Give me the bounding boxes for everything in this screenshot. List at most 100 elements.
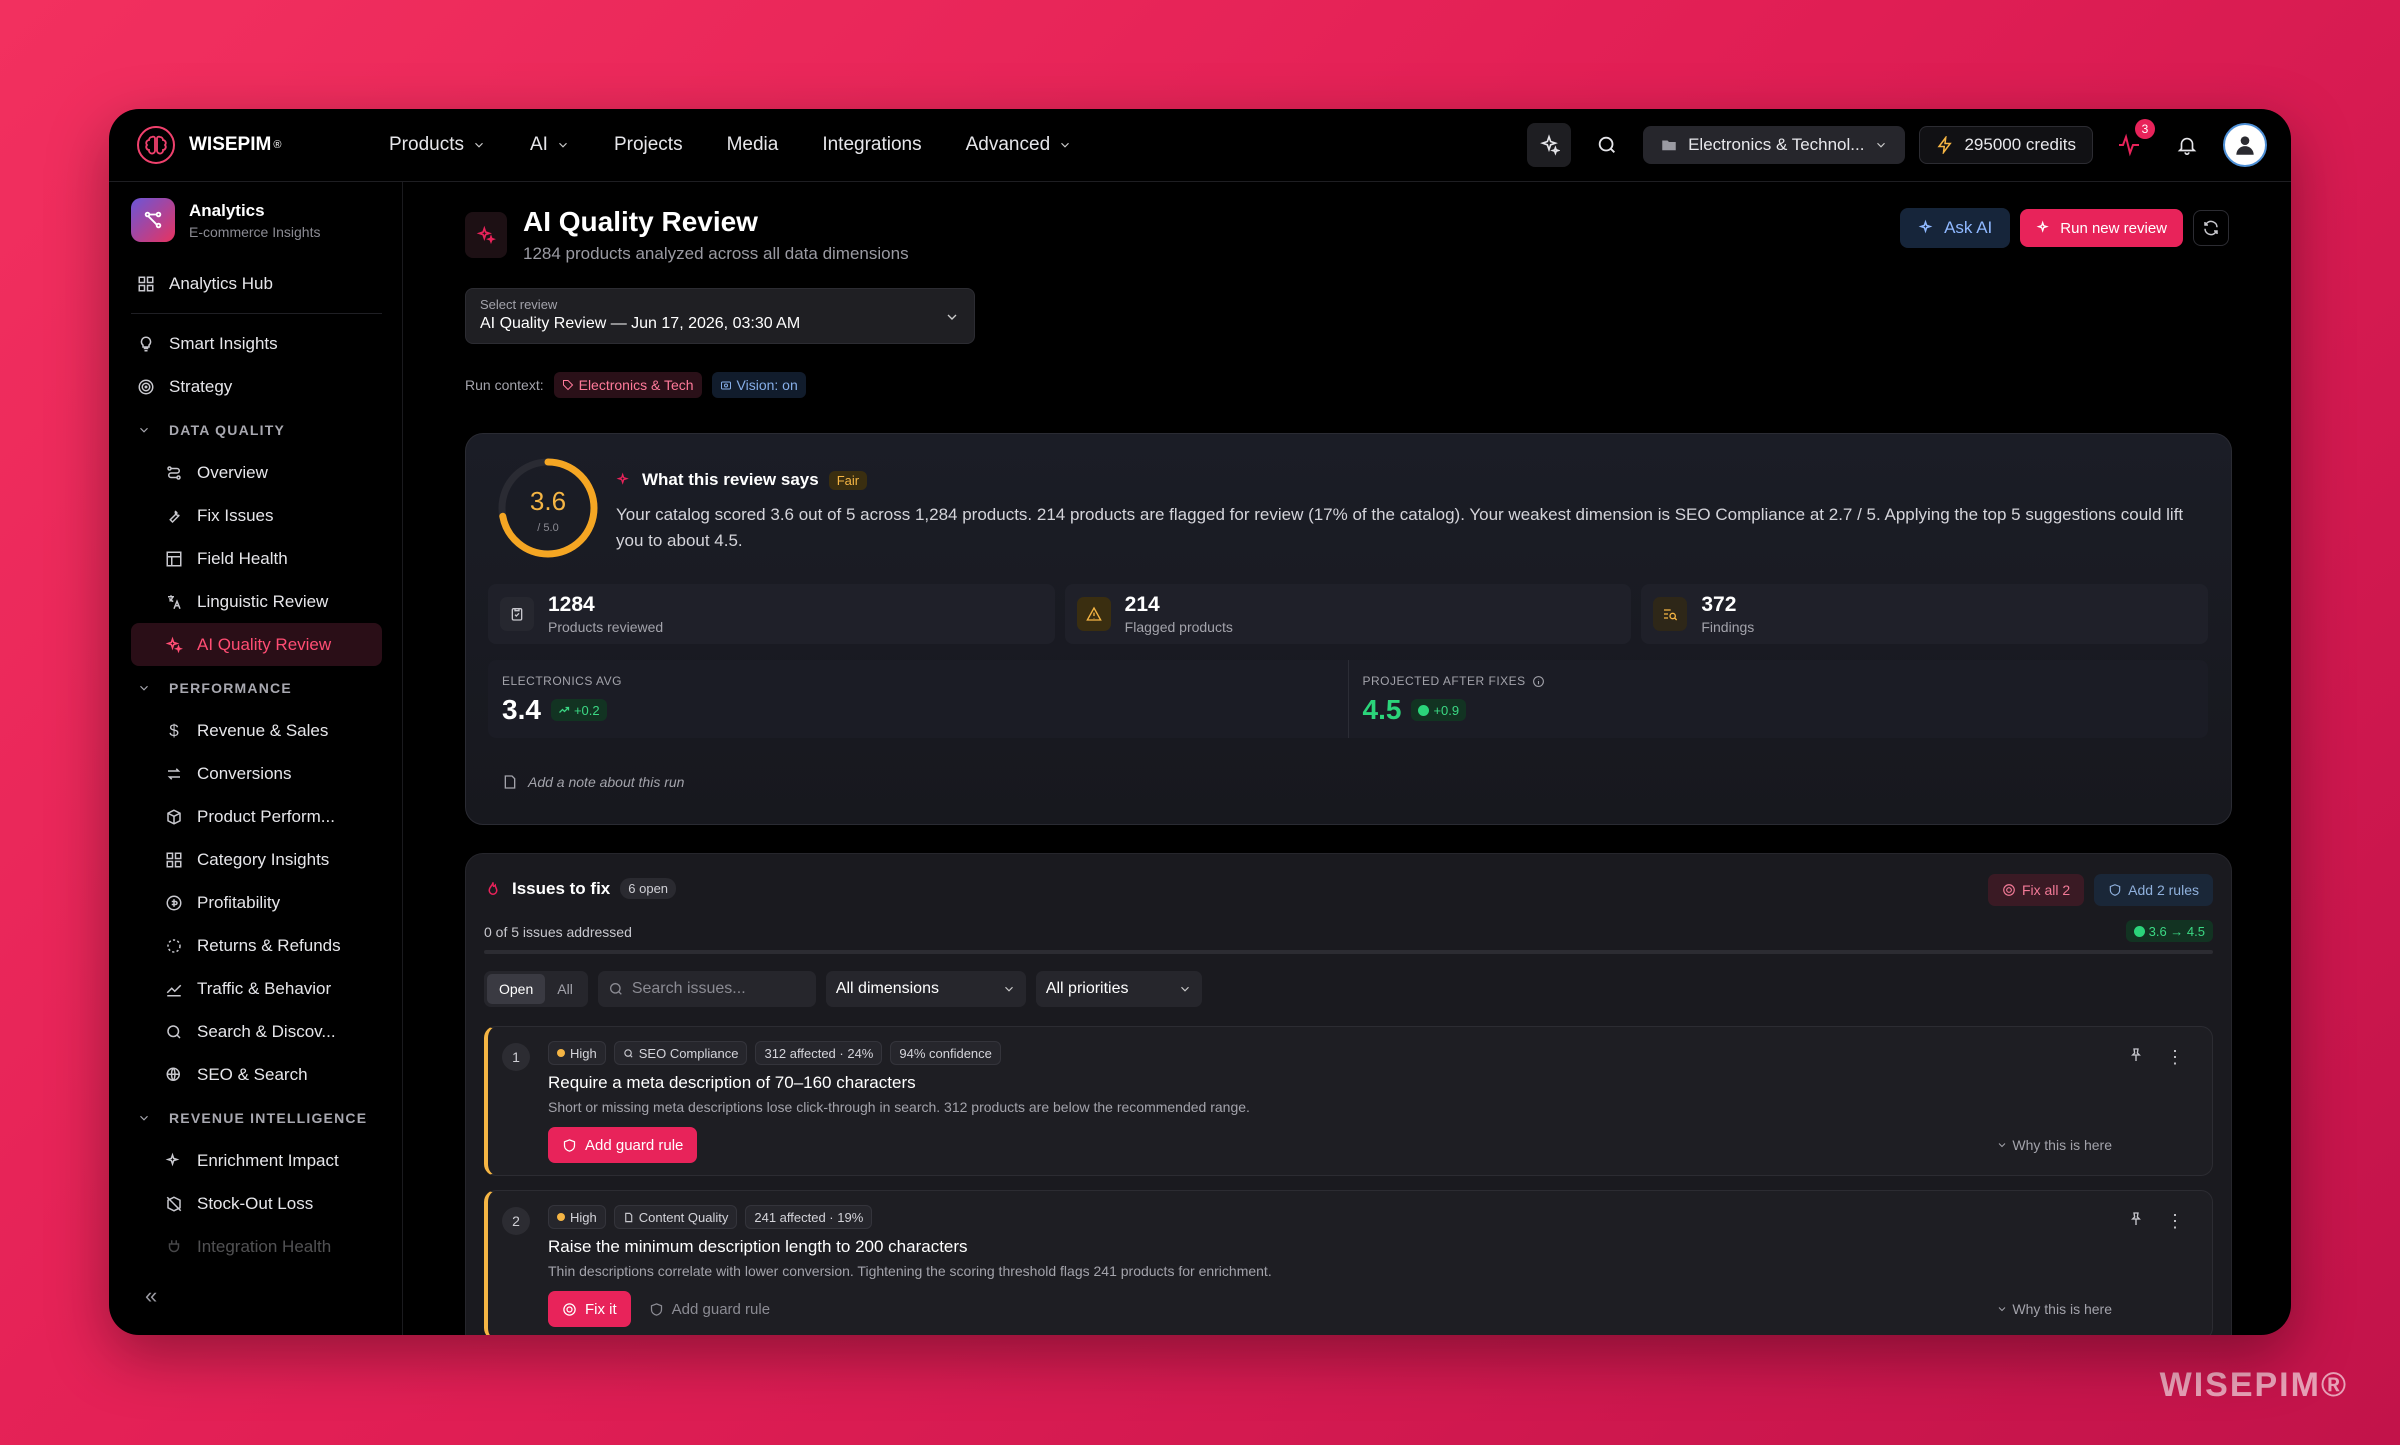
select-review-label: Select review	[480, 297, 558, 312]
workflow-icon	[167, 465, 181, 480]
add-rules-button[interactable]: Add 2 rules	[2094, 874, 2213, 906]
why-this-is-here-toggle[interactable]: Why this is here	[1996, 1301, 2112, 1317]
document-icon	[624, 1212, 633, 1222]
workspace-selector[interactable]: Electronics & Technol...	[1643, 126, 1906, 164]
priorities-select[interactable]: All priorities	[1035, 971, 1202, 1007]
issue-card[interactable]: 1 High SEO Compliance 312 affected · 24%…	[484, 1026, 2213, 1176]
sidebar-item-stock-out-loss[interactable]: Stock-Out Loss	[131, 1182, 382, 1225]
chevron-down-icon	[140, 685, 148, 691]
section-label: REVENUE INTELLIGENCE	[169, 1109, 368, 1126]
score-value: 3.6	[529, 486, 567, 516]
nav-media[interactable]: Media	[727, 134, 779, 156]
pin-button[interactable]	[2128, 1211, 2144, 1232]
add-guard-rule-button[interactable]: Add guard rule	[645, 1291, 774, 1327]
trend-line-icon	[166, 984, 182, 996]
run-context: Run context: Electronics & Tech Vision: …	[465, 372, 2229, 398]
issue-title: Raise the minimum description length to …	[548, 1237, 968, 1256]
chip-label: Content Quality	[638, 1209, 729, 1225]
projected-value: 4.5	[1362, 694, 1402, 725]
sparkle-icon	[2036, 220, 2050, 233]
clipboard-icon	[500, 597, 534, 631]
sidebar-section-revenue-intelligence[interactable]: REVENUE INTELLIGENCE	[131, 1096, 382, 1139]
sidebar-item-linguistic-review[interactable]: Linguistic Review	[131, 580, 382, 623]
select-review-dropdown[interactable]: Select review AI Quality Review — Jun 17…	[465, 288, 975, 344]
arrows-swap-icon	[167, 767, 181, 780]
credits-button[interactable]: 295000 credits	[1919, 126, 2093, 164]
sidebar-item-fix-issues[interactable]: Fix Issues	[131, 494, 382, 537]
search-button[interactable]	[1585, 123, 1629, 167]
run-new-review-button[interactable]: Run new review	[2020, 209, 2183, 247]
add-guard-rule-button[interactable]: Add guard rule	[548, 1127, 698, 1163]
refresh-button[interactable]	[2193, 210, 2229, 246]
sidebar-item-returns-refunds[interactable]: Returns & Refunds	[131, 924, 382, 967]
nav-advanced[interactable]: Advanced	[966, 134, 1073, 156]
nav-projects[interactable]: Projects	[614, 134, 683, 156]
issues-title: Issues to fix	[512, 878, 611, 898]
note-icon	[504, 775, 516, 789]
priority-chip: High	[548, 1041, 606, 1065]
issues-progress-bar	[484, 950, 2213, 954]
flame-icon	[488, 881, 498, 895]
stat-value: 214	[1124, 593, 1160, 616]
more-options-button[interactable]: ⋮	[2166, 1211, 2184, 1232]
nav-integrations[interactable]: Integrations	[822, 134, 921, 156]
fix-all-label: Fix all 2	[2021, 882, 2071, 898]
fix-it-button[interactable]: Fix it	[548, 1291, 631, 1327]
sidebar-item-label: Returns & Refunds	[197, 935, 341, 955]
sidebar-item-overview[interactable]: Overview	[131, 451, 382, 494]
chevron-down-icon	[1061, 142, 1070, 148]
sidebar-item-integration-health[interactable]: Integration Health	[131, 1225, 382, 1268]
sidebar-item-smart-insights[interactable]: Smart Insights	[131, 322, 382, 365]
sidebar-section-data-quality[interactable]: DATA QUALITY	[131, 408, 382, 451]
summary-heading-text: What this review says	[642, 470, 819, 489]
activity-button[interactable]: 3	[2107, 119, 2155, 167]
sidebar-item-seo-search[interactable]: SEO & Search	[131, 1053, 382, 1096]
workspace-name: Electronics & Technol...	[1688, 135, 1865, 154]
priorities-value: All priorities	[1045, 980, 1129, 997]
notifications-button[interactable]	[2165, 123, 2209, 167]
pin-button[interactable]	[2128, 1047, 2144, 1068]
sidebar-item-label: Analytics Hub	[169, 273, 273, 293]
sidebar-item-revenue-sales[interactable]: $ Revenue & Sales	[131, 709, 382, 752]
pin-icon	[2131, 1212, 2141, 1225]
add-note-button[interactable]: Add a note about this run	[502, 774, 684, 790]
priority-dot	[557, 1049, 565, 1057]
fix-all-button[interactable]: Fix all 2	[1987, 874, 2085, 906]
sidebar-item-analytics-hub[interactable]: Analytics Hub	[131, 262, 382, 305]
dimensions-select[interactable]: All dimensions	[825, 971, 1026, 1007]
collapse-sidebar-button[interactable]: «	[145, 1283, 157, 1309]
tab-open[interactable]: Open	[487, 974, 546, 1004]
sidebar-item-search-discovery[interactable]: Search & Discov...	[131, 1010, 382, 1053]
stat-label: Findings	[1701, 619, 1755, 635]
sidebar-item-conversions[interactable]: Conversions	[131, 752, 382, 795]
nav-products[interactable]: Products	[389, 134, 486, 156]
chip-label: SEO Compliance	[638, 1045, 739, 1061]
sidebar-item-strategy[interactable]: Strategy	[131, 365, 382, 408]
ask-ai-button[interactable]: Ask AI	[1900, 208, 2011, 248]
more-options-button[interactable]: ⋮	[2166, 1047, 2184, 1068]
score-gauge: 3.6 / 5.0	[496, 456, 600, 560]
nav-ai[interactable]: AI	[530, 134, 570, 156]
pin-icon	[2131, 1048, 2141, 1061]
issue-card[interactable]: 2 High Content Quality 241 affected · 19…	[484, 1190, 2213, 1335]
brand-logo[interactable]: WISEPIM ®	[137, 126, 357, 164]
projected-label-row: PROJECTED AFTER FIXES	[1363, 674, 2195, 688]
tab-all[interactable]: All	[545, 974, 585, 1004]
sidebar-item-traffic-behavior[interactable]: Traffic & Behavior	[131, 967, 382, 1010]
sidebar-item-ai-quality-review[interactable]: AI Quality Review	[131, 623, 382, 666]
ai-sparkle-button[interactable]	[1527, 123, 1572, 167]
search-icon	[167, 1024, 181, 1039]
sidebar-subtitle: E-commerce Insights	[189, 223, 321, 240]
sidebar-item-category-insights[interactable]: Category Insights	[131, 838, 382, 881]
sidebar-item-product-performance[interactable]: Product Perform...	[131, 795, 382, 838]
user-avatar[interactable]	[2223, 123, 2267, 167]
top-bar: WISEPIM ® Products AI Projects Media Inte…	[109, 109, 2291, 182]
sidebar-item-label: Field Health	[197, 548, 288, 568]
sidebar-section-performance[interactable]: PERFORMANCE	[131, 666, 382, 709]
sidebar-item-profitability[interactable]: Profitability	[131, 881, 382, 924]
sidebar-item-field-health[interactable]: Field Health	[131, 537, 382, 580]
sidebar-item-enrichment-impact[interactable]: Enrichment Impact	[131, 1139, 382, 1182]
shield-icon	[650, 1302, 662, 1316]
issues-search-input[interactable]: Search issues...	[597, 971, 816, 1007]
why-this-is-here-toggle[interactable]: Why this is here	[1996, 1137, 2112, 1153]
